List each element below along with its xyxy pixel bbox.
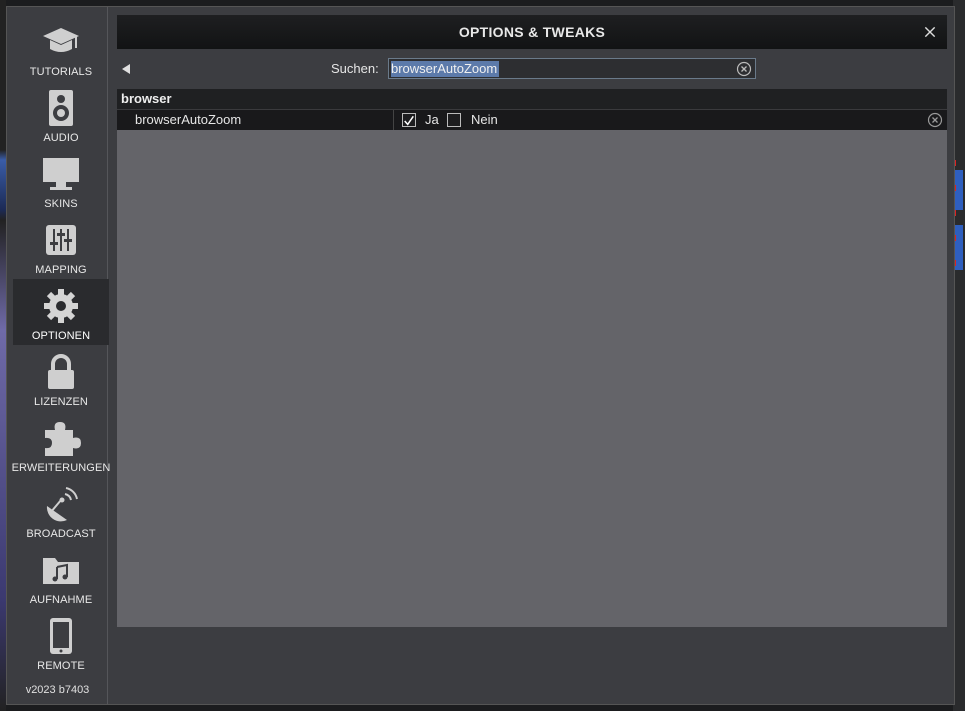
options-dialog: TUTORIALS AUDIO SKINS MAPPING OPTIONEN L… xyxy=(6,6,955,705)
settings-sidebar: TUTORIALS AUDIO SKINS MAPPING OPTIONEN L… xyxy=(7,7,111,704)
sidebar-item-label: LIZENZEN xyxy=(34,396,88,408)
sidebar-item-label: TUTORIALS xyxy=(29,66,93,78)
checkmark-icon xyxy=(404,115,414,126)
sidebar-item-label: AUFNAHME xyxy=(29,594,93,606)
monitor-icon xyxy=(40,153,82,195)
dialog-title: OPTIONS & TWEAKS xyxy=(458,24,606,40)
puzzle-icon xyxy=(40,417,82,459)
sidebar-item-remote[interactable]: REMOTE xyxy=(13,611,109,675)
column-separator xyxy=(393,110,394,130)
speaker-icon xyxy=(40,87,82,129)
sidebar-item-broadcast[interactable]: BROADCAST xyxy=(13,479,109,543)
music-folder-icon xyxy=(40,549,82,591)
sidebar-item-skins[interactable]: SKINS xyxy=(13,149,109,213)
option-name: browserAutoZoom xyxy=(135,112,242,127)
option-row: browserAutoZoom Ja Nein xyxy=(117,109,947,130)
yes-checkbox[interactable] xyxy=(402,113,416,127)
reset-option-icon[interactable] xyxy=(927,112,943,128)
sidebar-item-aufnahme[interactable]: AUFNAHME xyxy=(13,545,109,609)
search-box xyxy=(388,58,756,79)
close-icon xyxy=(924,26,936,38)
sliders-icon xyxy=(40,219,82,261)
sidebar-item-tutorials[interactable]: TUTORIALS xyxy=(13,17,109,81)
search-input[interactable] xyxy=(391,60,731,77)
tablet-icon xyxy=(40,615,82,657)
yes-label: Ja xyxy=(425,112,439,127)
satellite-dish-icon xyxy=(40,483,82,525)
no-checkbox[interactable] xyxy=(447,113,461,127)
sidebar-item-label: OPTIONEN xyxy=(31,330,91,342)
dialog-titlebar: OPTIONS & TWEAKS xyxy=(117,15,947,49)
sidebar-item-label: BROADCAST xyxy=(26,528,96,540)
sidebar-item-label: SKINS xyxy=(44,198,78,210)
sidebar-item-label: ERWEITERUNGEN xyxy=(11,462,111,474)
option-group-header: browser xyxy=(117,89,947,109)
sidebar-item-label: REMOTE xyxy=(37,660,85,672)
graduation-cap-icon xyxy=(40,21,82,63)
no-label: Nein xyxy=(471,112,498,127)
sidebar-item-erweiterungen[interactable]: ERWEITERUNGEN xyxy=(11,413,111,477)
sidebar-item-label: AUDIO xyxy=(43,132,79,144)
options-list-panel: browser browserAutoZoom Ja Nein xyxy=(117,89,947,627)
sidebar-item-audio[interactable]: AUDIO xyxy=(13,83,109,147)
clear-search-icon[interactable] xyxy=(736,61,752,77)
back-arrow-icon[interactable] xyxy=(120,63,132,75)
sidebar-item-optionen[interactable]: OPTIONEN xyxy=(13,279,109,345)
gear-icon xyxy=(40,285,82,327)
sidebar-item-label: MAPPING xyxy=(35,264,87,276)
version-label: v2023 b7403 xyxy=(25,684,90,696)
sidebar-item-lizenzen[interactable]: LIZENZEN xyxy=(13,347,109,411)
search-label: Suchen: xyxy=(331,61,379,76)
lock-icon xyxy=(40,351,82,393)
close-button[interactable] xyxy=(921,23,939,41)
sidebar-item-mapping[interactable]: MAPPING xyxy=(13,215,109,279)
